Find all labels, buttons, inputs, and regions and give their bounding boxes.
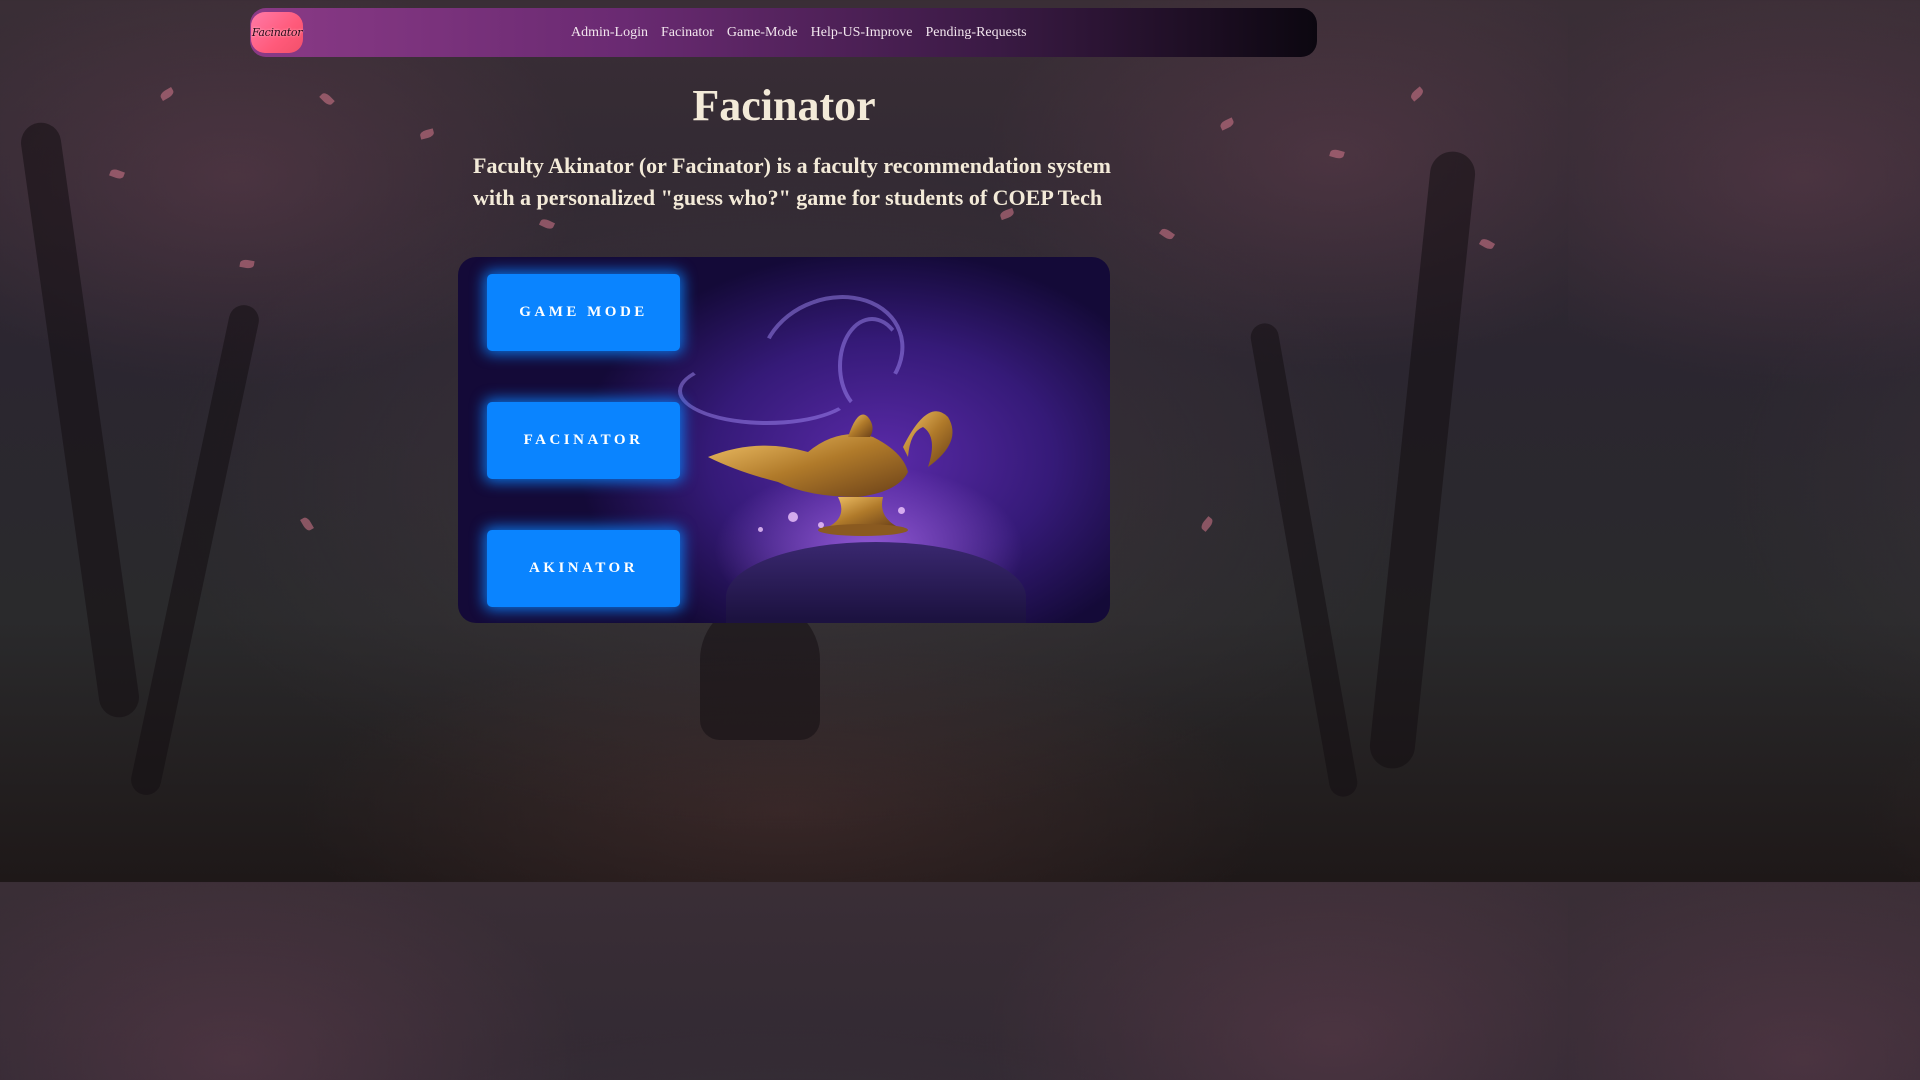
nav-link-pending-requests[interactable]: Pending-Requests (926, 25, 1027, 41)
facinator-button[interactable]: FACINATOR (487, 402, 680, 479)
game-mode-button[interactable]: GAME MODE (487, 274, 680, 351)
mode-card: GAME MODE FACINATOR AKINATOR (458, 257, 1110, 623)
nav-link-game-mode[interactable]: Game-Mode (727, 25, 798, 41)
akinator-button[interactable]: AKINATOR (487, 530, 680, 607)
page-description: Faculty Akinator (or Facinator) is a fac… (473, 153, 1111, 210)
nav-link-help-us-improve[interactable]: Help-US-Improve (811, 25, 913, 41)
nav-links: Admin-Login Facinator Game-Mode Help-US-… (571, 8, 1027, 57)
navbar: Facinator Admin-Login Facinator Game-Mod… (250, 8, 1317, 57)
logo-text: Facinator (251, 26, 303, 39)
logo[interactable]: Facinator (251, 12, 303, 53)
nav-link-facinator[interactable]: Facinator (661, 25, 714, 41)
nav-link-admin-login[interactable]: Admin-Login (571, 25, 648, 41)
page-title: Facinator (692, 81, 876, 130)
